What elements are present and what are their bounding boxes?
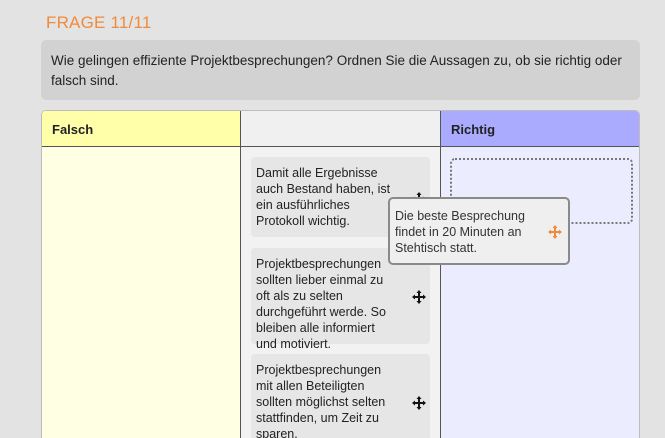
question-text: Wie gelingen effiziente Projektbesprechu… [41,40,640,100]
statement-card-text: Projektbesprechungen sollten lieber einm… [256,257,386,351]
dragging-statement-card[interactable]: Die beste Besprechung findet in 20 Minut… [388,197,570,265]
column-unsorted-header [241,111,440,147]
move-icon[interactable] [412,290,426,304]
column-richtig[interactable]: Richtig [441,111,639,438]
move-icon-orange[interactable] [548,225,562,239]
sorting-board: Falsch Damit alle Ergebnisse auch Bestan… [41,110,640,438]
statement-card-text: Projektbesprechungen mit allen Beteiligt… [256,363,386,438]
dragging-card-text: Die beste Besprechung findet in 20 Minut… [395,209,525,255]
statement-card-text: Damit alle Ergebnisse auch Bestand haben… [256,166,391,228]
column-falsch[interactable]: Falsch [42,111,241,438]
move-icon[interactable] [412,396,426,410]
column-unsorted: Damit alle Ergebnisse auch Bestand haben… [241,111,441,438]
column-richtig-header: Richtig [441,111,639,147]
column-falsch-header: Falsch [42,111,240,147]
statement-card-3[interactable]: Projektbesprechungen mit allen Beteiligt… [251,354,430,438]
question-counter: FRAGE 11/11 [46,13,152,32]
